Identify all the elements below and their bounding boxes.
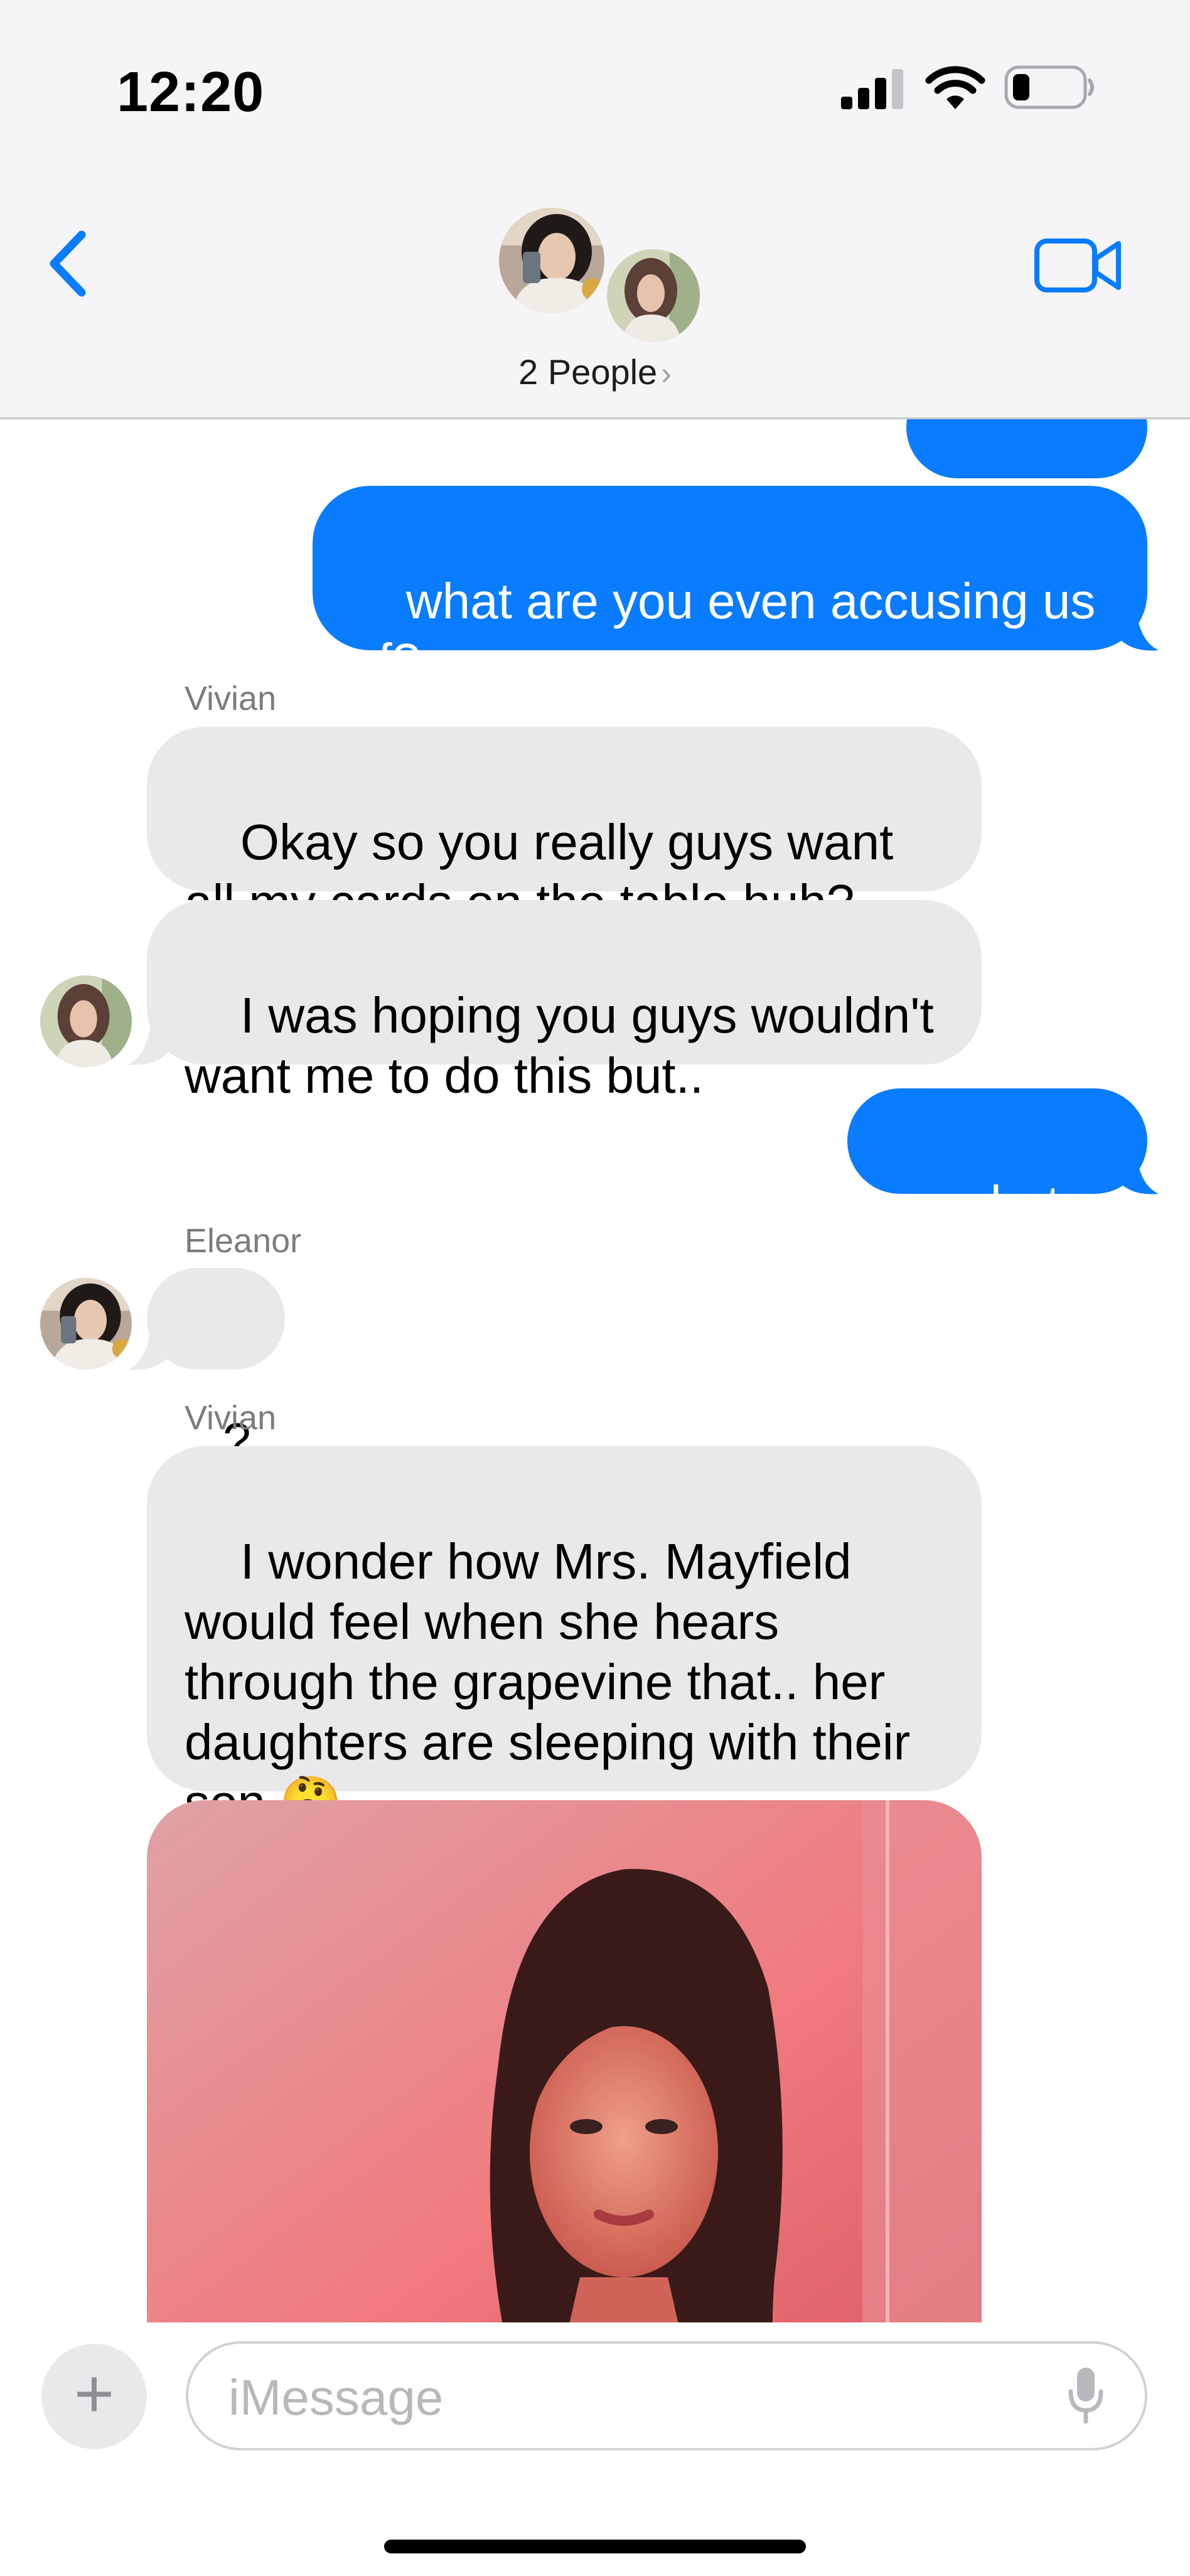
message-input-placeholder: iMessage — [228, 2369, 444, 2425]
people-label: 2 People — [518, 352, 658, 392]
message-bubble-outgoing[interactable]: but what? — [847, 1088, 1147, 1292]
people-button[interactable]: 2 People › — [0, 352, 1190, 392]
status-time: 12:20 — [117, 61, 265, 124]
wifi-icon — [925, 66, 985, 109]
cellular-signal-icon — [841, 69, 903, 109]
message-text: I wonder how Mrs. Mayfield would feel wh… — [185, 1533, 911, 1830]
group-avatars[interactable] — [496, 205, 703, 345]
message-text: I was hoping you guys wouldn't want me t… — [185, 987, 948, 1103]
message-text: but what? — [930, 1176, 1075, 1292]
message-bubble-incoming[interactable]: I was hoping you guys wouldn't want me t… — [147, 900, 982, 1103]
plus-button[interactable]: + — [41, 2344, 147, 2449]
bubble-tail-incoming — [128, 1023, 169, 1065]
message-input[interactable]: iMessage — [186, 2341, 1147, 2450]
battery-icon — [1004, 65, 1094, 109]
bubble-tail-outgoing — [1117, 1152, 1159, 1194]
message-text: what are you even accusing us of? — [350, 573, 1110, 689]
message-bubble-incoming[interactable]: I wonder how Mrs. Mayfield would feel wh… — [147, 1446, 982, 1830]
home-indicator[interactable] — [384, 2540, 806, 2553]
chevron-right-icon: › — [661, 356, 672, 391]
avatar-vivian — [604, 246, 703, 345]
video-camera-icon[interactable] — [1034, 237, 1122, 294]
bubble-tail-incoming — [128, 1328, 169, 1370]
avatar-vivian[interactable] — [40, 975, 132, 1067]
sender-name: Vivian — [185, 1399, 277, 1437]
sender-name: Eleanor — [185, 1222, 302, 1260]
message-bubble-incoming[interactable]: Okay so you really guys want all my card… — [147, 727, 982, 930]
sender-name: Vivian — [185, 680, 277, 717]
avatar-eleanor — [496, 205, 608, 316]
back-chevron-icon[interactable] — [44, 226, 94, 301]
microphone-icon[interactable] — [1067, 2366, 1105, 2424]
bubble-tail-outgoing — [1117, 609, 1159, 651]
message-bubble-outgoing[interactable]: what are you even accusing us of? — [313, 486, 1147, 689]
avatar-eleanor[interactable] — [40, 1278, 132, 1370]
conversation-header: 12:20 2 People › — [0, 0, 1190, 419]
